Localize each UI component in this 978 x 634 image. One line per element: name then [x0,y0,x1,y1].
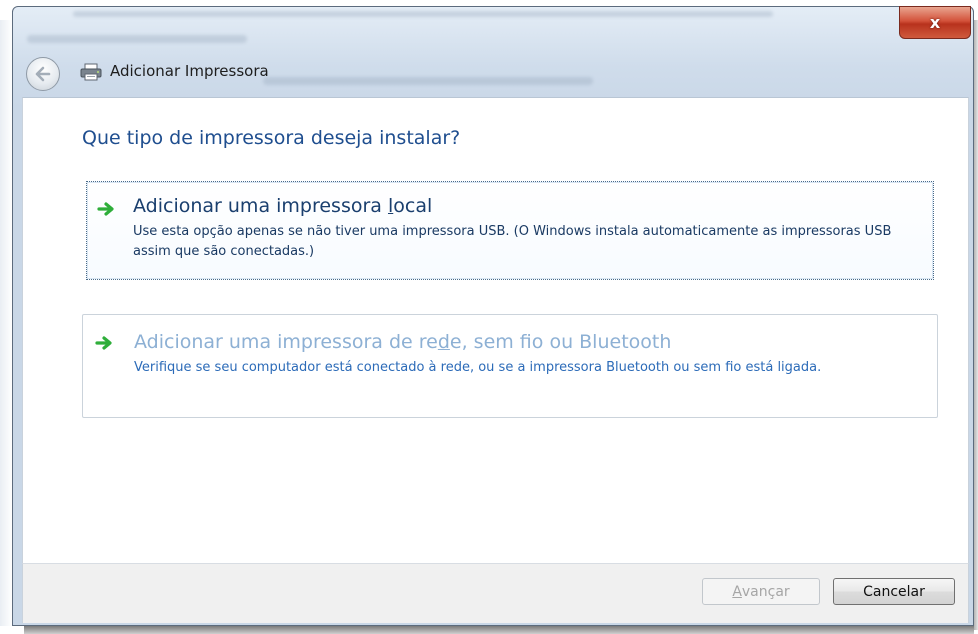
close-icon: x [929,13,941,32]
glass-blur [27,35,247,43]
option-add-network-printer[interactable]: Adicionar uma impressora de rede, sem fi… [82,314,938,418]
option-title-text: Adicionar uma impressora de re [134,331,438,353]
back-arrow-icon [35,66,51,82]
window-shadow-bottom [24,626,974,634]
option-description: Use esta opção apenas se não tiver uma i… [133,224,892,259]
wizard-footer [22,563,969,623]
close-button[interactable]: x [899,6,971,39]
option-title-text: e, sem fio ou Bluetooth [449,331,672,353]
window-title: Adicionar Impressora [110,62,269,80]
background-edge [0,20,12,626]
option-add-local-printer[interactable]: Adicionar uma impressora local Use esta … [86,181,934,280]
glass-blur [263,77,593,85]
option-title-text: ocal [393,195,433,217]
printer-icon [80,63,102,81]
next-button-accelerator: A [732,583,742,600]
option-title-text: Adicionar uma impressora [133,195,388,217]
screen: x Adicionar Impressora Que tipo de impre… [0,0,978,634]
next-button[interactable]: Avançar [702,578,820,605]
cancel-button[interactable]: Cancelar [833,578,955,605]
option-title: Adicionar uma impressora de rede, sem fi… [134,331,671,353]
back-button[interactable] [26,57,60,91]
option-description: Verifique se seu computador está conecta… [134,360,822,375]
green-arrow-icon [95,336,112,350]
green-arrow-icon [97,202,114,216]
next-button-label: vançar [741,583,790,600]
cancel-button-label: Cancelar [863,583,925,600]
option-title: Adicionar uma impressora local [133,195,432,217]
option-title-accelerator: d [437,331,450,353]
page-heading: Que tipo de impressora deseja instalar? [82,127,461,149]
glass-blur [73,11,773,17]
